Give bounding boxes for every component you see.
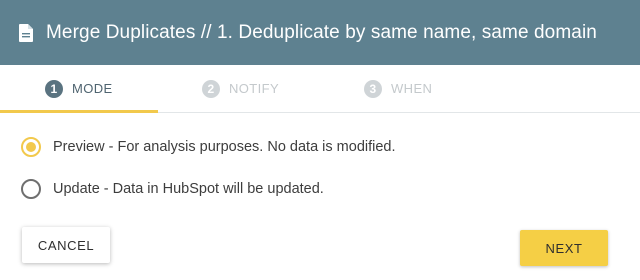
radio-update[interactable]: [21, 179, 41, 199]
step-notify[interactable]: 2 NOTIFY: [202, 65, 279, 112]
next-button[interactable]: NEXT: [520, 230, 608, 266]
step-mode[interactable]: 1 MODE: [45, 65, 113, 112]
dialog-header: Merge Duplicates // 1. Deduplicate by sa…: [0, 0, 640, 65]
option-preview[interactable]: Preview - For analysis purposes. No data…: [21, 137, 396, 157]
step-number: 1: [45, 79, 63, 98]
step-when[interactable]: 3 WHEN: [364, 65, 432, 112]
step-number: 3: [364, 79, 382, 98]
step-label: NOTIFY: [229, 81, 280, 96]
active-step-indicator: [0, 110, 158, 113]
step-number: 2: [202, 79, 220, 98]
document-icon: [19, 23, 33, 42]
step-label: MODE: [72, 81, 113, 96]
option-update[interactable]: Update - Data in HubSpot will be updated…: [21, 179, 324, 199]
cancel-button[interactable]: CANCEL: [22, 227, 110, 263]
option-preview-label: Preview - For analysis purposes. No data…: [53, 139, 396, 155]
dialog-title: Merge Duplicates // 1. Deduplicate by sa…: [46, 21, 597, 43]
stepper: 1 MODE 2 NOTIFY 3 WHEN: [0, 65, 640, 113]
merge-duplicates-dialog: Merge Duplicates // 1. Deduplicate by sa…: [0, 0, 640, 280]
option-update-label: Update - Data in HubSpot will be updated…: [53, 181, 324, 197]
radio-dot: [26, 142, 36, 152]
step-label: WHEN: [391, 81, 433, 96]
radio-preview[interactable]: [21, 137, 41, 157]
